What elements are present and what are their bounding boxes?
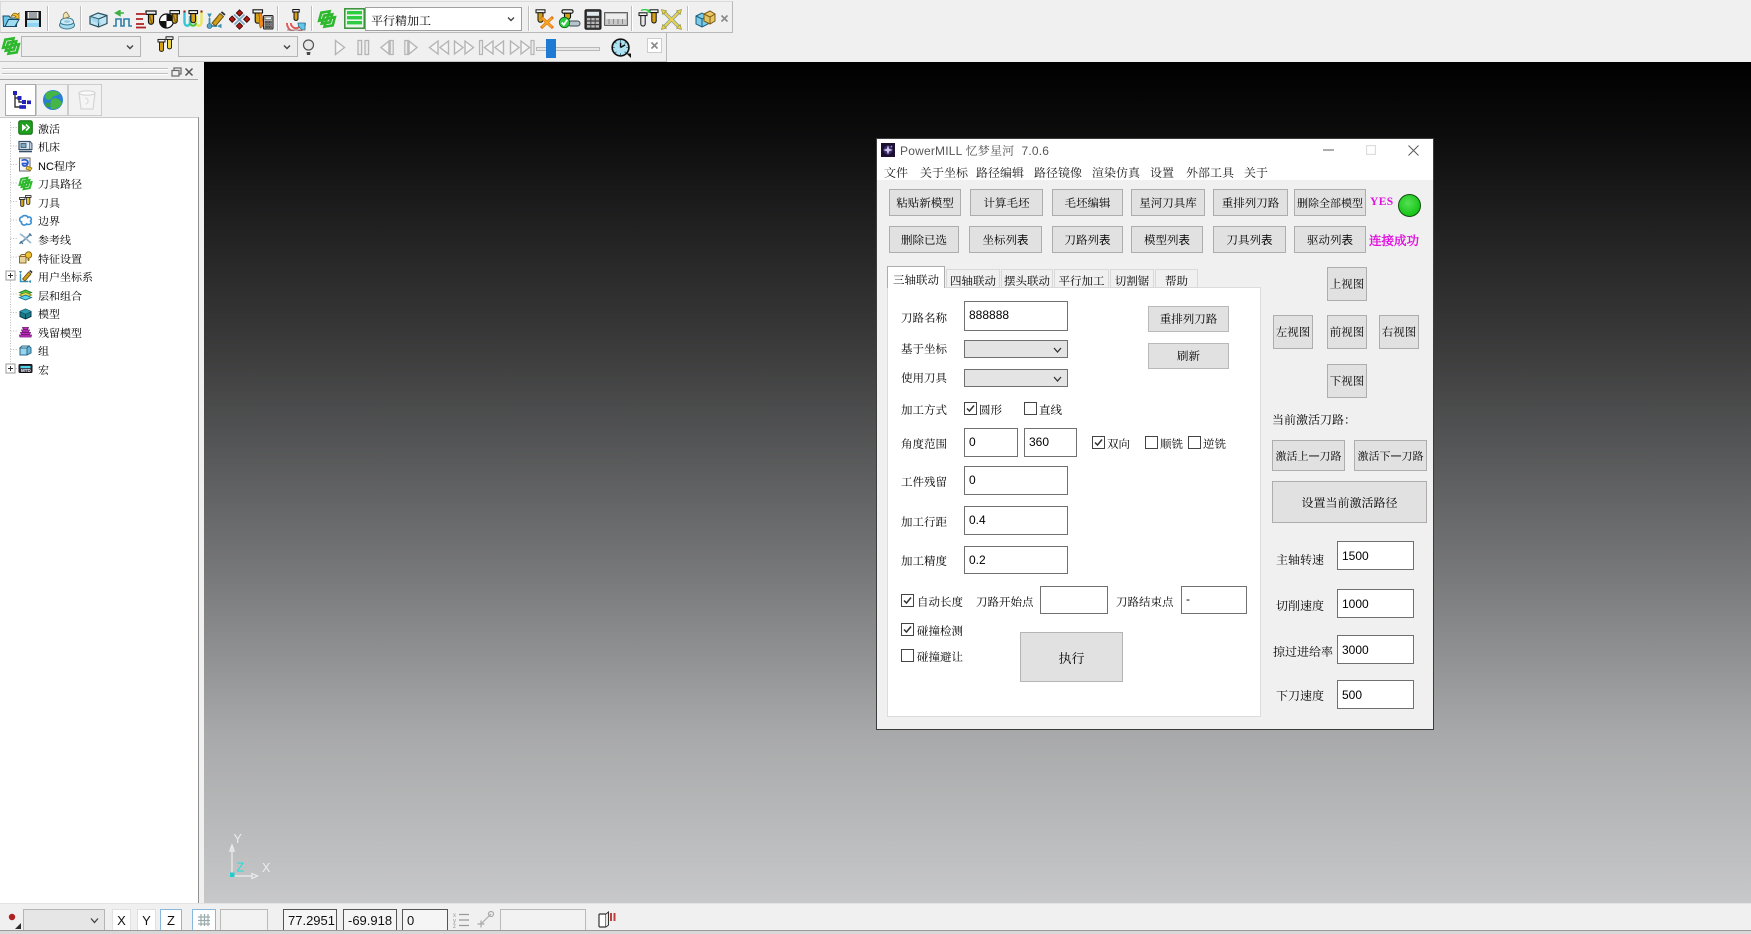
svg-text:MTD: MTD	[21, 368, 31, 373]
svg-text:X: X	[262, 861, 271, 875]
svg-text:z: z	[453, 924, 456, 928]
svg-text:Z: Z	[237, 861, 245, 875]
svg-text:Y: Y	[234, 832, 243, 846]
